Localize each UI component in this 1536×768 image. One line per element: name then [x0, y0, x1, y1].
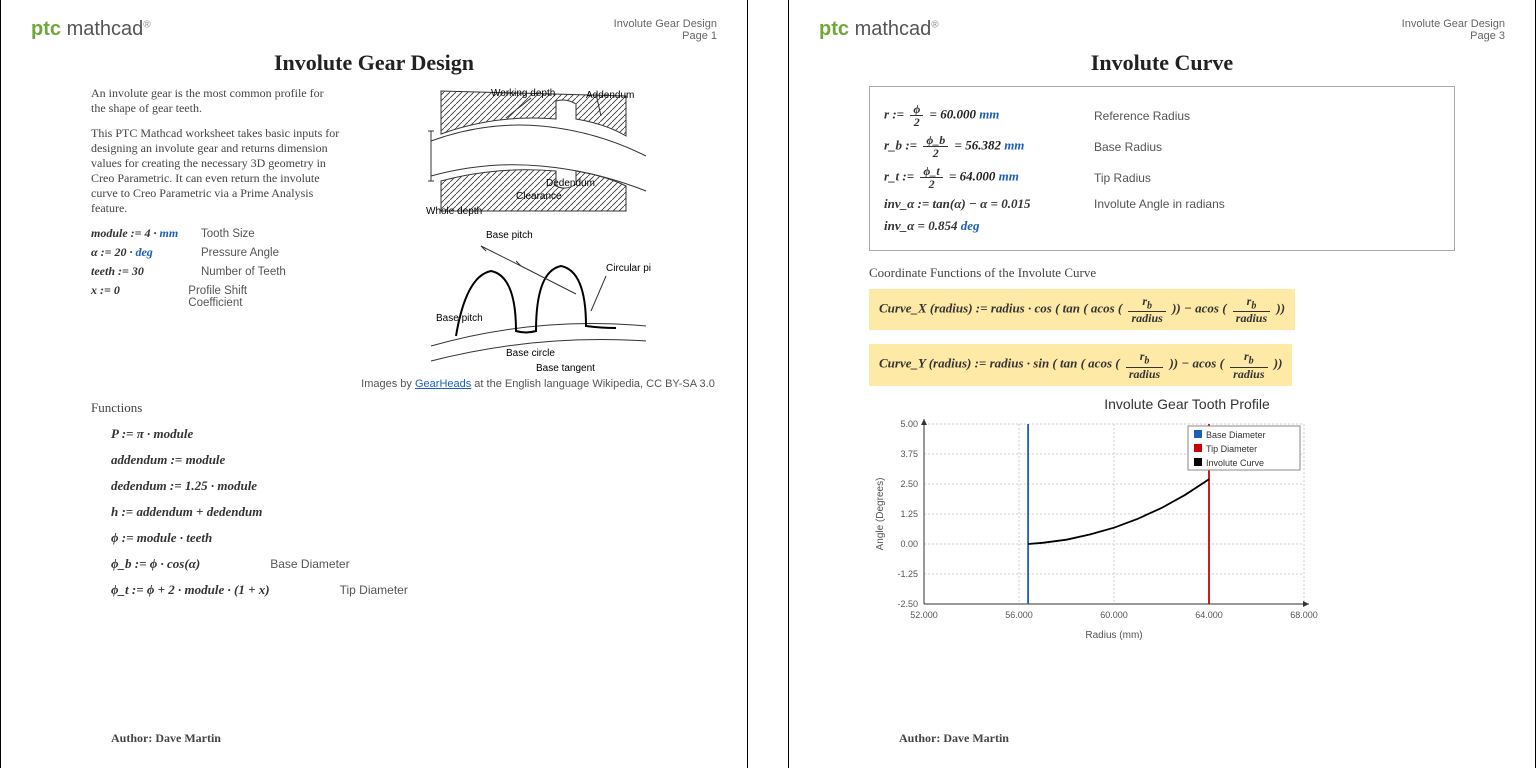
curve-y-formula: Curve_Y (radius) := radius · sin ( tan (… [869, 344, 1292, 385]
svg-text:Addendum: Addendum [586, 90, 634, 101]
functions-heading: Functions [91, 400, 717, 416]
svg-text:Tip Diameter: Tip Diameter [1206, 444, 1257, 454]
svg-text:-2.50: -2.50 [897, 599, 918, 609]
svg-text:Involute Curve: Involute Curve [1206, 458, 1264, 468]
page-3: ptc mathcad® Involute Gear Design Page 3… [788, 0, 1536, 768]
author-line: Author: Dave Martin [899, 731, 1009, 746]
svg-text:1.25: 1.25 [900, 509, 918, 519]
page-title: Involute Curve [819, 50, 1505, 76]
diagram-column: Working depth Addendum Dedendum Clearanc… [359, 86, 717, 390]
svg-text:Clearance: Clearance [516, 191, 562, 202]
results-box: r := ϕ2 = 60.000 mm Reference Radius r_b… [869, 86, 1455, 251]
header: ptc mathcad® Involute Gear Design Page 1 [31, 18, 717, 42]
svg-text:Circular pitch: Circular pitch [606, 263, 651, 274]
page-number: Page 3 [1402, 30, 1505, 42]
gearheads-link[interactable]: GearHeads [415, 378, 471, 390]
doc-title: Involute Gear Design [614, 18, 717, 30]
brand-ptc: ptc [31, 18, 61, 40]
svg-text:Angle (Degrees): Angle (Degrees) [875, 477, 886, 550]
chart-title: Involute Gear Tooth Profile [869, 396, 1505, 412]
svg-text:Working depth: Working depth [491, 88, 555, 99]
intro-2: This PTC Mathcad worksheet takes basic i… [91, 126, 341, 216]
gear-section-diagram: Working depth Addendum Dedendum Clearanc… [426, 86, 651, 216]
svg-text:Radius (mm): Radius (mm) [1085, 630, 1142, 641]
gear-pitch-diagram: Base pitch Circular pitch Base pitch Bas… [426, 216, 651, 376]
page-title: Involute Gear Design [31, 50, 717, 76]
author-line: Author: Dave Martin [111, 731, 221, 746]
svg-text:60.000: 60.000 [1100, 610, 1128, 620]
page-1: ptc mathcad® Involute Gear Design Page 1… [0, 0, 748, 768]
svg-text:Base pitch: Base pitch [436, 313, 483, 324]
svg-text:56.000: 56.000 [1005, 610, 1033, 620]
svg-text:Base circle: Base circle [506, 348, 555, 359]
header-right: Involute Gear Design Page 1 [614, 18, 717, 42]
header: ptc mathcad® Involute Gear Design Page 3 [819, 18, 1505, 42]
brand-logo: ptc mathcad® [31, 18, 151, 41]
brand-mathcad: mathcad [67, 18, 144, 40]
involute-profile-chart: -2.50 -1.25 0.00 1.25 2.50 3.75 5.00 52.000 56.0… [869, 414, 1319, 644]
curve-x-formula: Curve_X (radius) := radius · cos ( tan (… [869, 289, 1295, 330]
brand-reg: ® [143, 19, 150, 30]
svg-text:0.00: 0.00 [900, 539, 918, 549]
svg-text:Base Diameter: Base Diameter [1206, 430, 1266, 440]
coord-heading: Coordinate Functions of the Involute Cur… [869, 265, 1505, 281]
svg-text:2.50: 2.50 [900, 479, 918, 489]
intro-1: An involute gear is the most common prof… [91, 86, 341, 116]
svg-text:Base tangent: Base tangent [536, 363, 595, 374]
brand-logo: ptc mathcad® [819, 18, 939, 41]
svg-text:Dedendum: Dedendum [546, 178, 595, 189]
image-caption: Images by GearHeads at the English langu… [359, 378, 717, 390]
svg-text:Whole depth: Whole depth [426, 206, 482, 216]
svg-text:5.00: 5.00 [900, 419, 918, 429]
svg-text:-1.25: -1.25 [897, 569, 918, 579]
svg-text:Base pitch: Base pitch [486, 230, 533, 241]
chart-container: Involute Gear Tooth Profile -2.50 -1.25 0.… [869, 396, 1505, 647]
page-number: Page 1 [614, 30, 717, 42]
header-right: Involute Gear Design Page 3 [1402, 18, 1505, 42]
input-params: module := 4 · mmTooth Size α := 20 · deg… [91, 226, 291, 309]
svg-text:64.000: 64.000 [1195, 610, 1223, 620]
svg-text:3.75: 3.75 [900, 449, 918, 459]
function-list: P := π · module addendum := module deden… [111, 426, 717, 598]
svg-text:68.000: 68.000 [1290, 610, 1318, 620]
svg-text:52.000: 52.000 [910, 610, 938, 620]
